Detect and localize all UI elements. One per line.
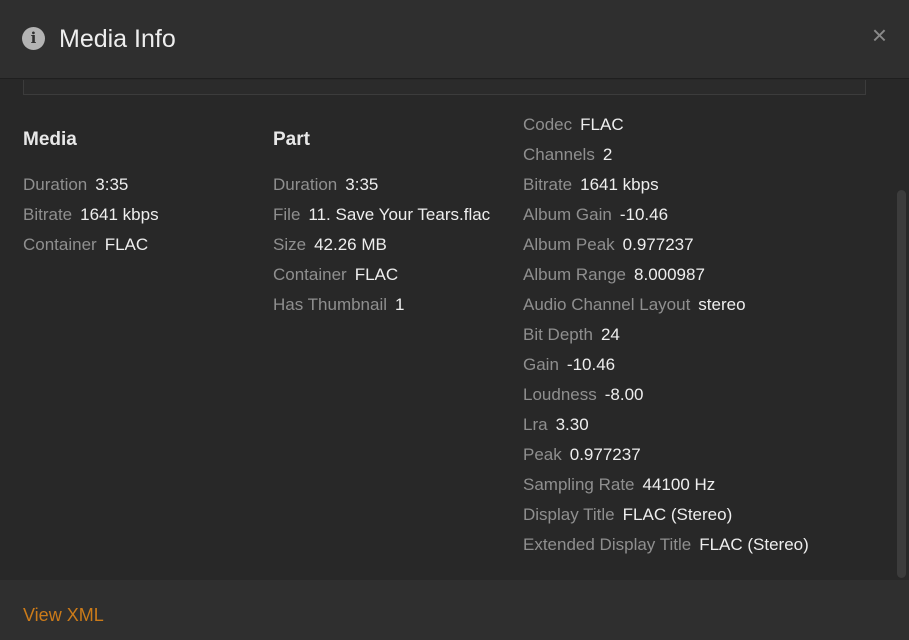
info-icon: i — [22, 27, 45, 50]
view-xml-link[interactable]: View XML — [23, 605, 104, 626]
info-value: 11. Save Your Tears.flac — [308, 205, 491, 224]
scrollbar[interactable] — [897, 190, 906, 578]
info-label: Peak — [523, 445, 562, 464]
info-row: Album Range 8.000987 — [523, 264, 809, 294]
info-row: File 11. Save Your Tears.flac — [273, 204, 490, 234]
info-value: 24 — [600, 325, 620, 344]
info-value: FLAC — [354, 265, 399, 284]
info-label: Display Title — [523, 505, 615, 524]
info-label: Size — [273, 235, 307, 254]
info-label: Codec — [523, 115, 573, 134]
info-label: Audio Channel Layout — [523, 295, 691, 314]
part-column: Part Duration 3:35 File 11. Save Your Tears… — [273, 128, 490, 324]
info-row: Display Title FLAC (Stereo) — [523, 504, 809, 534]
info-row: Extended Display Title FLAC (Stereo) — [523, 534, 809, 564]
info-row: Loudness -8.00 — [523, 384, 809, 414]
info-label: Loudness — [523, 385, 597, 404]
info-value: 3.30 — [555, 415, 589, 434]
dialog-title: Media Info — [59, 25, 176, 53]
info-label: Bit Depth — [523, 325, 593, 344]
info-value: 3:35 — [345, 175, 379, 194]
info-value: FLAC — [104, 235, 149, 254]
info-value: stereo — [698, 295, 746, 314]
part-heading: Part — [273, 129, 310, 150]
info-value: 8.000987 — [634, 265, 705, 284]
info-label: Album Gain — [523, 205, 612, 224]
info-row: Container FLAC — [23, 234, 159, 264]
info-row: Album Gain -10.46 — [523, 204, 809, 234]
info-label: Bitrate — [23, 205, 73, 224]
info-row: Lra 3.30 — [523, 414, 809, 444]
info-row: Channels 2 — [523, 144, 809, 174]
info-row: Bitrate 1641 kbps — [23, 204, 159, 234]
dialog-footer: View XML — [0, 580, 909, 640]
info-row: Bitrate 1641 kbps — [523, 174, 809, 204]
info-row: Album Peak 0.977237 — [523, 234, 809, 264]
info-value: -10.46 — [566, 355, 616, 374]
info-row: Bit Depth 24 — [523, 324, 809, 354]
info-label: Gain — [523, 355, 559, 374]
info-label: Container — [273, 265, 347, 284]
info-value: 42.26 MB — [314, 235, 387, 254]
dialog-content[interactable]: Media Duration 3:35 Bitrate 1641 kbps Contai… — [0, 80, 909, 580]
stream-column: Codec FLAC Channels 2 Bitrate 1641 kbps Album … — [523, 114, 809, 564]
info-label: Lra — [523, 415, 548, 434]
info-row: Peak 0.977237 — [523, 444, 809, 474]
info-row: Codec FLAC — [523, 114, 809, 144]
info-label: Album Peak — [523, 235, 615, 254]
info-value: 44100 Hz — [642, 475, 716, 494]
info-value: FLAC (Stereo) — [699, 535, 809, 554]
stream-rows: Codec FLAC Channels 2 Bitrate 1641 kbps Album … — [523, 114, 809, 564]
info-value: 2 — [602, 145, 613, 164]
info-label: Duration — [23, 175, 88, 194]
info-value: 3:35 — [95, 175, 129, 194]
previous-section-box — [23, 80, 866, 95]
info-label: Channels — [523, 145, 595, 164]
info-label: Sampling Rate — [523, 475, 635, 494]
info-row: Audio Channel Layout stereo — [523, 294, 809, 324]
media-column: Media Duration 3:35 Bitrate 1641 kbps Contai… — [23, 128, 159, 264]
info-label: Container — [23, 235, 97, 254]
info-row: Container FLAC — [273, 264, 490, 294]
info-label: Has Thumbnail — [273, 295, 388, 314]
info-row: Size 42.26 MB — [273, 234, 490, 264]
part-rows: Duration 3:35 File 11. Save Your Tears.flac… — [273, 174, 490, 324]
info-row: Duration 3:35 — [23, 174, 159, 204]
media-heading: Media — [23, 129, 77, 150]
info-label: Album Range — [523, 265, 627, 284]
info-value: 1 — [395, 295, 405, 314]
info-label: Extended Display Title — [523, 535, 692, 554]
info-value: 1641 kbps — [580, 175, 659, 194]
media-rows: Duration 3:35 Bitrate 1641 kbps Container FLA… — [23, 174, 159, 264]
close-icon[interactable]: × — [872, 22, 887, 48]
info-row: Sampling Rate 44100 Hz — [523, 474, 809, 504]
info-label: Bitrate — [523, 175, 573, 194]
info-value: FLAC — [580, 115, 624, 134]
info-value: 1641 kbps — [80, 205, 159, 224]
info-label: File — [273, 205, 301, 224]
info-value: 0.977237 — [622, 235, 694, 254]
info-value: -8.00 — [604, 385, 644, 404]
info-value: FLAC (Stereo) — [622, 505, 733, 524]
info-value: -10.46 — [619, 205, 669, 224]
info-row: Has Thumbnail 1 — [273, 294, 490, 324]
dialog-header: i Media Info × — [0, 0, 909, 79]
info-row: Duration 3:35 — [273, 174, 490, 204]
info-value: 0.977237 — [569, 445, 641, 464]
info-row: Gain -10.46 — [523, 354, 809, 384]
info-label: Duration — [273, 175, 338, 194]
